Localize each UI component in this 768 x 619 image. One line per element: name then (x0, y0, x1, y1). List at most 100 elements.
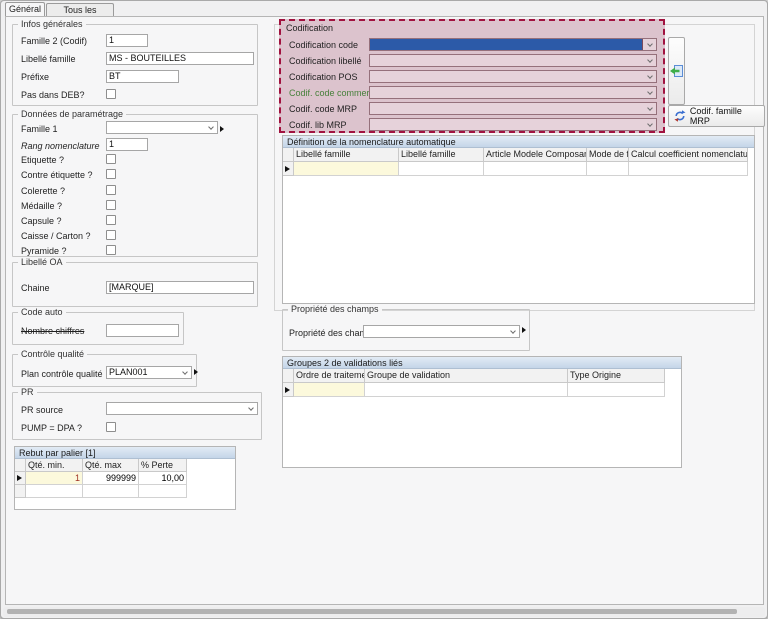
import-codification-button[interactable] (668, 37, 685, 105)
group-title: Rebut par palier [1] (15, 447, 235, 459)
codification-pos-label: Codification POS (289, 72, 358, 83)
group-controle-qualite: Contrôle qualité Plan contrôle qualité P… (12, 354, 197, 387)
chevron-down-icon[interactable] (643, 87, 656, 98)
column-header-ordre-traitement[interactable]: Ordre de traitement (294, 369, 365, 383)
column-header-mode-fab[interactable]: Mode de fab (587, 148, 629, 162)
codif-code-commercial-combo[interactable] (369, 86, 657, 99)
cell-active[interactable] (294, 383, 365, 397)
etiquette-label: Etiquette ? (21, 155, 64, 166)
row-header (283, 148, 294, 162)
row-filler (187, 472, 235, 485)
codif-code-mrp-combo[interactable] (369, 102, 657, 115)
chevron-down-icon[interactable] (643, 55, 656, 66)
chevron-down-icon[interactable] (204, 122, 217, 133)
codification-pos-combo[interactable] (369, 70, 657, 83)
chevron-down-icon[interactable] (643, 39, 656, 50)
group-title: Infos générales (18, 19, 86, 30)
import-into-box-icon (670, 65, 683, 78)
etiquette-checkbox[interactable] (106, 154, 116, 164)
group-codification-highlighted: Codification Codification code Codificat… (279, 19, 665, 133)
contre-etiquette-checkbox[interactable] (106, 169, 116, 179)
colerette-checkbox[interactable] (106, 185, 116, 195)
header-filler (748, 148, 754, 162)
codif-lib-mrp-label: Codif. lib MRP (289, 120, 347, 131)
chaine-label: Chaine (21, 283, 50, 294)
famille2-input[interactable]: 1 (106, 34, 148, 47)
plan-controle-label: Plan contrôle qualité (21, 369, 103, 380)
nombre-chiffres-input[interactable] (106, 324, 179, 337)
codif-lib-mrp-combo[interactable] (369, 118, 657, 131)
row-filler (665, 383, 681, 397)
chevron-down-icon[interactable] (178, 367, 191, 378)
more-options-arrow-icon[interactable] (522, 327, 526, 333)
chevron-down-icon[interactable] (643, 103, 656, 114)
medaille-checkbox[interactable] (106, 200, 116, 210)
chevron-down-icon[interactable] (643, 71, 656, 82)
pump-dpa-label: PUMP = DPA ? (21, 423, 82, 434)
cell-empty[interactable] (587, 162, 629, 176)
codif-famille-mrp-button[interactable]: Codif. famille MRP (668, 105, 765, 127)
more-options-arrow-icon[interactable] (194, 369, 198, 375)
cell-empty[interactable] (139, 485, 187, 498)
column-header-calcul-coefficient[interactable]: Calcul coefficient nomenclature (629, 148, 748, 162)
cell-empty[interactable] (83, 485, 139, 498)
pr-source-combo[interactable] (106, 402, 258, 415)
group-title: PR (18, 387, 37, 398)
cell-empty[interactable] (484, 162, 587, 176)
row-header (15, 459, 26, 472)
capsule-checkbox[interactable] (106, 215, 116, 225)
pump-dpa-checkbox[interactable] (106, 422, 116, 432)
horizontal-scrollbar-thumb[interactable] (7, 609, 737, 614)
cell-empty[interactable] (365, 383, 568, 397)
contre-etiquette-label: Contre étiquette ? (21, 170, 93, 181)
column-header-article-modele[interactable]: Article Modele Composant (484, 148, 587, 162)
chaine-input[interactable]: [MARQUE] (106, 281, 254, 294)
tab-general[interactable]: Général (5, 2, 45, 16)
group-title: Contrôle qualité (18, 349, 87, 360)
group-title: Libellé OA (18, 257, 66, 268)
horizontal-scrollbar[interactable] (3, 607, 765, 617)
group-title: Codification (286, 23, 333, 33)
column-header-libelle-famille-2[interactable]: Libellé famille (399, 148, 484, 162)
column-header-type-origine[interactable]: Type Origine (568, 369, 665, 383)
plan-controle-combo[interactable]: PLAN001 (106, 366, 192, 379)
prefixe-input[interactable]: BT (106, 70, 179, 83)
column-header-qte-min[interactable]: Qté. min. (26, 459, 83, 472)
column-header-qte-max[interactable]: Qté. max (83, 459, 139, 472)
group-rebut-par-palier: Rebut par palier [1] Qté. min. Qté. max … (14, 446, 236, 510)
codification-libelle-combo[interactable] (369, 54, 657, 67)
cell-perte[interactable]: 10,00 (139, 472, 187, 485)
chevron-down-icon[interactable] (506, 326, 519, 337)
famille1-combo[interactable] (106, 121, 218, 134)
tab-tous-les-champs[interactable]: Tous les champs (46, 3, 114, 16)
column-header-groupe-validation[interactable]: Groupe de validation (365, 369, 568, 383)
more-options-arrow-icon[interactable] (220, 126, 224, 132)
cell-active[interactable] (294, 162, 399, 176)
pas-dans-deb-checkbox[interactable] (106, 89, 116, 99)
cell-qte-min[interactable]: 1 (26, 472, 83, 485)
column-header-libelle-famille-1[interactable]: Libellé famille (294, 148, 399, 162)
cell-qte-max[interactable]: 999999 (83, 472, 139, 485)
chevron-down-icon[interactable] (244, 403, 257, 414)
cell-empty[interactable] (568, 383, 665, 397)
cell-empty[interactable] (26, 485, 83, 498)
pyramide-checkbox[interactable] (106, 245, 116, 255)
cell-empty[interactable] (399, 162, 484, 176)
rang-nomenclature-input[interactable]: 1 (106, 138, 148, 151)
libelle-famille-input[interactable]: MS - BOUTEILLES (106, 52, 254, 65)
current-row-marker (283, 383, 294, 397)
group-validations-lies: Groupes 2 de validations liés Ordre de t… (282, 356, 682, 468)
caisse-carton-checkbox[interactable] (106, 230, 116, 240)
group-title: Définition de la nomenclature automatiqu… (283, 136, 754, 148)
column-header-perte[interactable]: % Perte (139, 459, 187, 472)
medaille-label: Médaille ? (21, 201, 62, 212)
codif-code-mrp-label: Codif. code MRP (289, 104, 357, 115)
propriete-combo[interactable] (363, 325, 520, 338)
nombre-chiffres-label: Nombre chiffres (21, 326, 84, 337)
current-row-marker-icon (285, 387, 290, 393)
group-title: Groupes 2 de validations liés (283, 357, 681, 369)
cell-empty[interactable] (629, 162, 748, 176)
codification-code-combo[interactable] (369, 38, 657, 51)
chevron-down-icon[interactable] (643, 119, 656, 130)
tab-page-general: Infos générales Famille 2 (Codif) 1 Libe… (5, 16, 764, 605)
